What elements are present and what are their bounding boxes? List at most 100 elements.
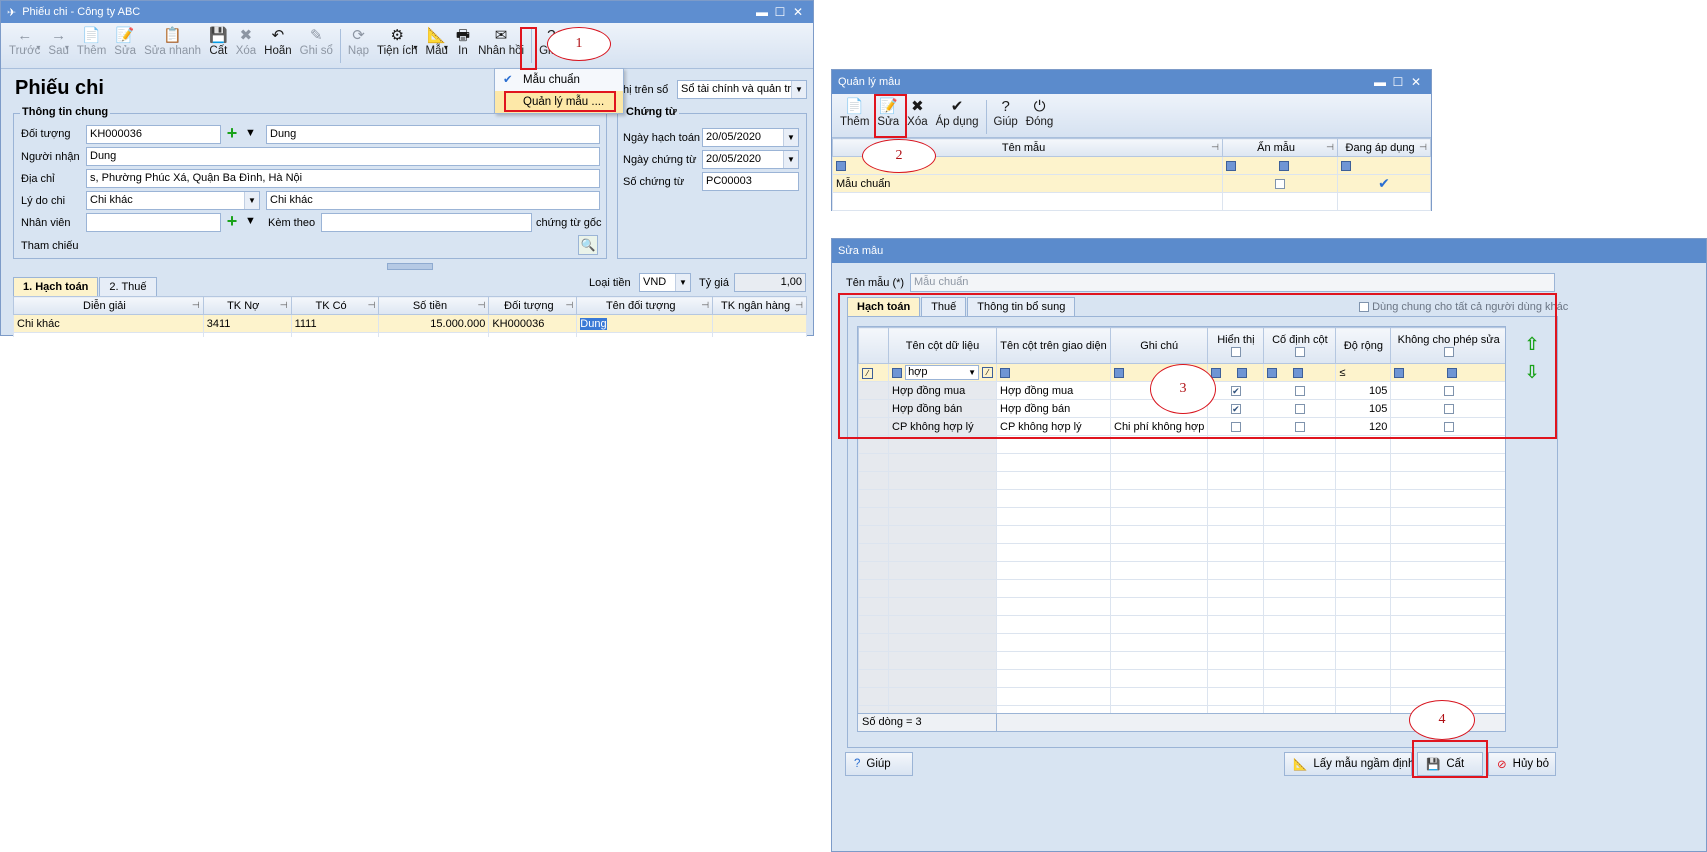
pin-icon[interactable]: ⊣ <box>1326 142 1334 153</box>
ngay-hach-toan-input[interactable]: 20/05/2020 ▼ <box>702 128 799 147</box>
cell-so-tien[interactable]: 15.000.000 <box>378 314 490 333</box>
ten-mau-input[interactable]: Mẫu chuẩn <box>910 273 1555 292</box>
col-tk-ngan-hang[interactable]: TK ngân hàng ⊣ <box>712 296 807 315</box>
minimize-button[interactable]: ▬ <box>753 5 771 19</box>
maximize-button[interactable]: ☐ <box>1389 75 1407 89</box>
mau-button[interactable]: 📐 Mẫu ▾ <box>422 23 452 57</box>
pin-icon[interactable]: ⊣ <box>1211 142 1219 153</box>
pin-icon[interactable]: ⊣ <box>795 300 803 311</box>
col-an-mau[interactable]: Ẩn mẫu ⊣ <box>1222 138 1338 157</box>
filter-dang-ap-dung[interactable] <box>1337 156 1431 175</box>
ap-dung-button[interactable]: ✔ Áp dụng <box>932 94 983 130</box>
col-dang-ap-dung[interactable]: Đang áp dụng ⊣ <box>1337 138 1431 157</box>
giup-button[interactable]: ? Giúp <box>845 752 913 776</box>
splitter-handle[interactable] <box>387 263 433 270</box>
ngay-chung-tu-input[interactable]: 20/05/2020 ▼ <box>702 150 799 169</box>
chevron-down-icon[interactable]: ▼ <box>791 81 806 98</box>
filter-an-mau[interactable] <box>1222 156 1338 175</box>
cell-doi-tuong[interactable]: KH000036 <box>488 314 578 333</box>
pin-icon[interactable]: ⊣ <box>368 300 376 311</box>
kem-theo-input[interactable] <box>321 213 532 232</box>
sua-nhanh-button[interactable]: 📋 Sửa nhanh <box>140 23 205 59</box>
add-nhan-vien-icon[interactable]: + <box>224 212 240 230</box>
tien-ich-button[interactable]: ⚙ Tiện ích ▾ <box>373 23 421 57</box>
nhan-vien-dropdown[interactable]: ▼ <box>242 213 260 232</box>
an-mau-checkbox[interactable] <box>1275 178 1285 189</box>
ly-do-chi-text-input[interactable]: Chi khác <box>266 191 600 210</box>
col-tk-co[interactable]: TK Có ⊣ <box>290 296 380 315</box>
doi-tuong-dropdown[interactable]: ▼ <box>242 125 260 144</box>
minimize-button[interactable]: ▬ <box>1371 75 1389 89</box>
nhan-vien-input[interactable] <box>86 213 221 232</box>
pin-icon[interactable]: ⊣ <box>565 300 573 311</box>
cell-dien-giai[interactable]: Chi khác <box>13 314 204 333</box>
chevron-down-icon[interactable]: ▼ <box>675 274 690 291</box>
add-doi-tuong-icon[interactable]: + <box>224 124 240 142</box>
sua-button[interactable]: 📝 Sửa <box>110 23 140 59</box>
pin-icon[interactable]: ⊣ <box>701 300 709 311</box>
truoc-button[interactable]: ← Trước ▾ <box>5 23 44 57</box>
chevron-down-icon[interactable]: ▾ <box>444 43 448 52</box>
col-so-tien[interactable]: Số tiền ⊣ <box>378 296 490 315</box>
table-row[interactable] <box>13 332 807 337</box>
pin-icon[interactable]: ⊣ <box>1419 142 1427 153</box>
xoa-button[interactable]: ✖ Xóa <box>232 23 260 59</box>
filter-icon <box>836 160 846 171</box>
huy-bo-button[interactable]: ⊘ Hủy bỏ <box>1488 752 1556 776</box>
ghi-so-button[interactable]: ✎ Ghi sổ <box>296 23 337 59</box>
calendar-dropdown-icon[interactable]: ▼ <box>783 151 798 168</box>
chevron-down-icon[interactable]: ▾ <box>65 43 69 52</box>
ngay-chung-tu-value: 20/05/2020 <box>706 153 762 165</box>
them-button[interactable]: 📄 Thêm <box>836 94 873 130</box>
cell-tk-no[interactable]: 3411 <box>202 314 292 333</box>
so-chung-tu-input[interactable]: PC00003 <box>702 172 799 191</box>
them-button[interactable]: 📄 Thêm <box>73 23 110 59</box>
menu-item-mau-chuan[interactable]: ✔ Mẫu chuẩn <box>495 69 623 91</box>
giup-button[interactable]: ?Giúp <box>990 94 1022 130</box>
loai-tien-select[interactable]: VND ▼ <box>639 273 691 292</box>
calendar-dropdown-icon[interactable]: ▼ <box>783 129 798 146</box>
chevron-down-icon[interactable]: ▾ <box>414 43 418 52</box>
them-icon: 📄 <box>845 98 865 115</box>
nguoi-nhan-input[interactable]: Dung <box>86 147 600 166</box>
ty-gia-label: Tỷ giá <box>699 277 729 289</box>
pin-icon[interactable]: ⊣ <box>478 300 486 311</box>
tab-hach-toan[interactable]: 1. Hạch toán <box>13 277 99 296</box>
tham-chieu-search-icon[interactable]: 🔍 <box>578 235 598 255</box>
col-tk-no[interactable]: TK Nợ ⊣ <box>202 296 292 315</box>
maximize-button[interactable]: ☐ <box>771 5 789 19</box>
in-button[interactable]: 🖶 In <box>452 23 474 59</box>
chevron-down-icon[interactable]: ▼ <box>244 192 259 209</box>
lay-mau-ngam-dinh-button[interactable]: 📐 Lấy mẫu ngầm định <box>1284 752 1414 776</box>
cell-ten-doi-tuong[interactable]: Dung <box>576 314 714 333</box>
nap-button[interactable]: ⟳ Nạp <box>344 23 373 59</box>
sau-button[interactable]: → Sau ▾ <box>44 23 72 57</box>
pin-icon[interactable]: ⊣ <box>280 300 288 311</box>
pin-icon[interactable]: ⊣ <box>192 300 200 311</box>
ghi-tren-so-select[interactable]: Sổ tài chính và quản trị ▼ <box>677 80 807 99</box>
ty-gia-input[interactable]: 1,00 <box>734 273 806 292</box>
tab-thue[interactable]: 2. Thuế <box>99 277 157 296</box>
table-row[interactable]: Mẫu chuẩn ✔ <box>832 174 1431 193</box>
chevron-down-icon[interactable]: ▾ <box>36 43 40 52</box>
col-dien-giai[interactable]: Diễn giải ⊣ <box>13 296 204 315</box>
close-button[interactable]: ✕ <box>789 5 807 19</box>
col-an-mau-label: Ẩn mẫu <box>1257 141 1296 154</box>
col-ten-doi-tuong[interactable]: Tên đối tượng ⊣ <box>576 296 714 315</box>
hoan-button[interactable]: ↶ Hoãn <box>260 23 296 59</box>
empty-cell <box>1390 669 1505 688</box>
ghi-so-label: Ghi sổ <box>299 45 333 57</box>
close-button[interactable]: ✕ <box>1407 75 1425 89</box>
doi-tuong-code-input[interactable]: KH000036 <box>86 125 221 144</box>
doi-tuong-name-input[interactable]: Dung <box>266 125 600 144</box>
dia-chi-input[interactable]: s, Phường Phúc Xá, Quận Ba Đình, Hà Nội <box>86 169 600 188</box>
dong-button[interactable]: ⏻Đóng <box>1022 94 1058 130</box>
cat-button[interactable]: 💾 Cất <box>205 23 232 59</box>
table-row[interactable]: Chi khác 3411 1111 15.000.000 KH000036 Dung <box>13 314 807 333</box>
col-doi-tuong[interactable]: Đối tượng ⊣ <box>488 296 578 315</box>
xoa-button[interactable]: ✖ Xóa <box>903 94 931 130</box>
empty-cell <box>1390 453 1505 472</box>
cell-tk-ngan-hang[interactable] <box>712 314 807 333</box>
cell-tk-co[interactable]: 1111 <box>290 314 380 333</box>
ly-do-chi-select[interactable]: Chi khác ▼ <box>86 191 260 210</box>
